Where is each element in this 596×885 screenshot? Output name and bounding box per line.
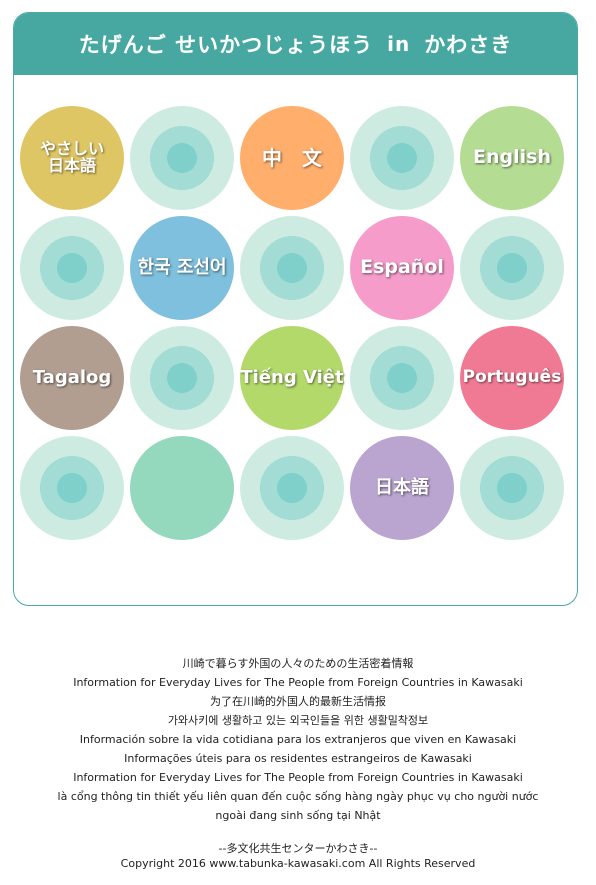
language-button-tagalog[interactable]: Tagalog [20, 326, 124, 430]
language-button-chinese[interactable]: 中 文 [240, 106, 344, 210]
decorative-circle-solid [130, 436, 234, 540]
decorative-circle [350, 326, 454, 430]
language-button-easy-japanese[interactable]: やさしい 日本語 [20, 106, 124, 210]
header-in: in [387, 32, 411, 56]
language-button-spanish[interactable]: Español [350, 216, 454, 320]
footer-line-vi-1: là cổng thông tin thiết yếu liên quan đế… [57, 790, 539, 803]
footer-line-ko: 가와사키에 생활하고 있는 외국인들을 위한 생활밀착정보 [167, 714, 429, 727]
decorative-circle [460, 436, 564, 540]
decorative-circle [20, 436, 124, 540]
footer-line-zh: 为了在川崎的外国人的最新生活情报 [210, 695, 386, 708]
footer: 川崎で暮らす外国の人々のための生活密着情報 Information for Ev… [0, 654, 596, 871]
header-title: たげんご せいかつじょうほう [78, 33, 374, 57]
decorative-circle [350, 106, 454, 210]
footer-line-en-2: Information for Everyday Lives for The P… [73, 771, 523, 784]
decorative-circle [130, 106, 234, 210]
language-button-english[interactable]: English [460, 106, 564, 210]
header-city: かわさき [424, 33, 513, 57]
language-button-portuguese[interactable]: Português [460, 326, 564, 430]
footer-line-vi-2: ngoài đang sinh sống tại Nhật [215, 809, 381, 822]
decorative-circle [460, 216, 564, 320]
decorative-circle [240, 216, 344, 320]
footer-line-en: Information for Everyday Lives for The P… [73, 676, 523, 689]
language-button-korean[interactable]: 한국 조선어 [130, 216, 234, 320]
page-header: たげんご せいかつじょうほう in かわさき [14, 13, 577, 75]
language-button-vietnamese[interactable]: Tiếng Việt [240, 326, 344, 430]
decorative-circle [130, 326, 234, 430]
footer-copyright: Copyright 2016 www.tabunka-kawasaki.com … [120, 857, 476, 870]
easy-japanese-line2: 日本語 [47, 156, 96, 175]
footer-org: --多文化共生センターかわさき-- [218, 842, 378, 855]
footer-line-es: Información sobre la vida cotidiana para… [79, 733, 517, 746]
decorative-circle [240, 436, 344, 540]
footer-line-ja: 川崎で暮らす外国の人々のための生活密着情報 [182, 657, 414, 670]
footer-line-pt: Informações úteis para os residentes est… [124, 752, 472, 765]
decorative-circle [20, 216, 124, 320]
language-button-japanese[interactable]: 日本語 [350, 436, 454, 540]
